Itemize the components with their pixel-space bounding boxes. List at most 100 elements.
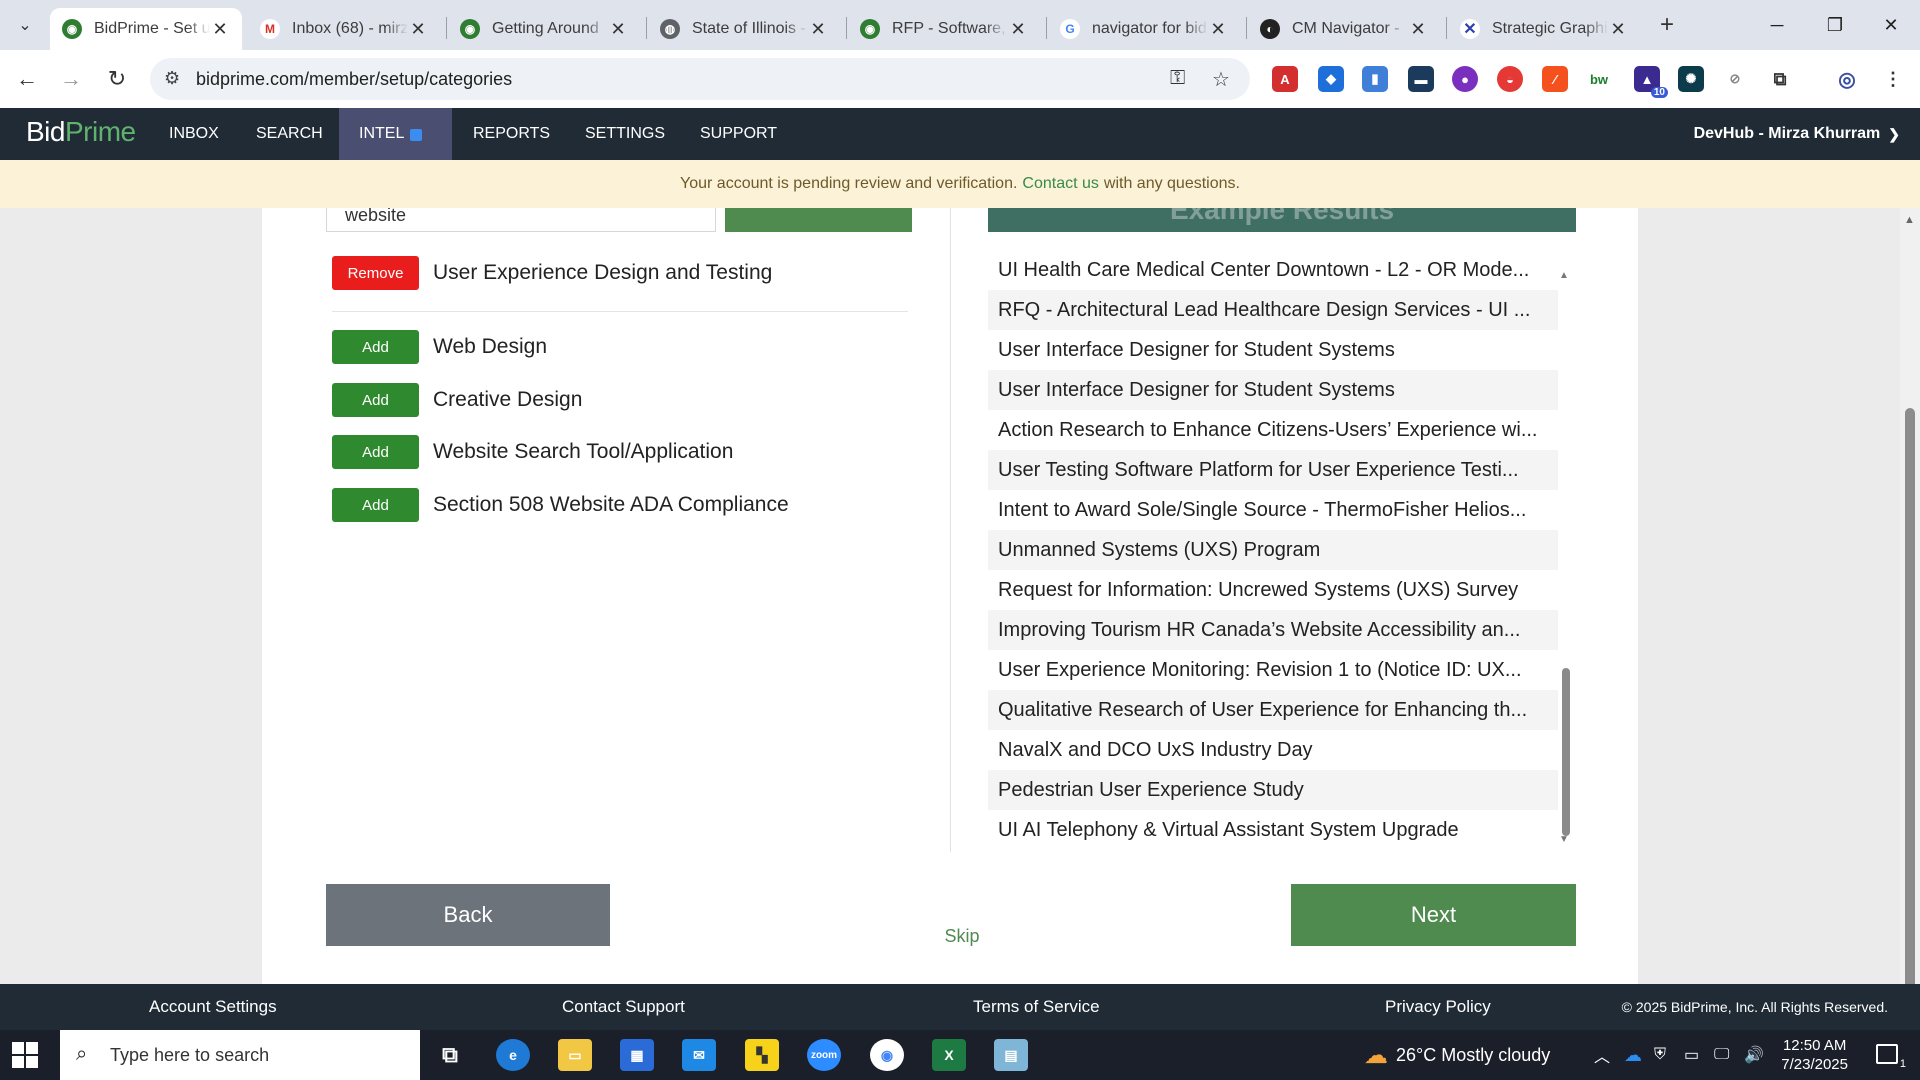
kebab-menu-icon[interactable]: ⋮ — [1880, 66, 1906, 92]
profile-avatar-icon[interactable]: ◎ — [1834, 66, 1860, 92]
nav-inbox[interactable]: INBOX — [149, 108, 239, 160]
add-category-button[interactable]: Add — [332, 330, 419, 364]
add-category-button[interactable]: Add — [332, 488, 419, 522]
task-view-icon[interactable]: ⧉ — [433, 1039, 467, 1071]
result-item[interactable]: User Experience Monitoring: Revision 1 t… — [988, 650, 1558, 690]
graduation-extension-icon[interactable]: ▲ 10 — [1634, 66, 1668, 98]
folder-extension-icon[interactable]: ▬ — [1408, 66, 1434, 92]
tab-getting-around[interactable]: ◉ Getting Around ✕ — [448, 8, 640, 50]
footer-contact-support-link[interactable]: Contact Support — [562, 997, 685, 1017]
pdf-extension-icon[interactable]: A — [1272, 66, 1298, 92]
add-category-button[interactable]: Add — [332, 383, 419, 417]
tab-google-search[interactable]: G navigator for bid ✕ — [1048, 8, 1240, 50]
edge-icon[interactable]: e — [496, 1039, 530, 1071]
nav-settings[interactable]: SETTINGS — [565, 108, 685, 160]
result-item[interactable]: RFQ - Architectural Lead Healthcare Desi… — [988, 290, 1558, 330]
footer-terms-link[interactable]: Terms of Service — [973, 997, 1100, 1017]
compass-extension-icon[interactable]: ⊘ — [1722, 66, 1748, 92]
tab-gmail[interactable]: M Inbox (68) - mirz ✕ — [248, 8, 440, 50]
contact-us-link[interactable]: Contact us — [1022, 175, 1098, 193]
weather-widget[interactable]: ☁ 26°C Mostly cloudy — [1364, 1030, 1550, 1080]
nav-support[interactable]: SUPPORT — [680, 108, 797, 160]
close-icon[interactable]: ✕ — [1408, 19, 1428, 40]
key-icon[interactable]: ⚿ — [1170, 67, 1185, 90]
reload-icon[interactable]: ↻ — [100, 62, 134, 96]
site-info-icon[interactable]: ⚙ — [164, 68, 180, 89]
keyword-submit-button[interactable] — [725, 208, 912, 232]
nav-intel[interactable]: INTEL — [339, 108, 452, 160]
security-icon[interactable]: ⛨ — [1654, 1030, 1666, 1080]
close-icon[interactable]: ✕ — [608, 19, 628, 40]
chrome-icon[interactable]: ◉ — [870, 1039, 904, 1071]
result-item[interactable]: Intent to Award Sole/Single Source - The… — [988, 490, 1558, 530]
result-item[interactable]: NavalX and DCO UxS Industry Day — [988, 730, 1558, 770]
page-scrollbar-thumb[interactable] — [1905, 408, 1915, 1008]
orange-extension-icon[interactable]: ⁄ — [1542, 66, 1568, 92]
result-item[interactable]: Action Research to Enhance Citizens-User… — [988, 410, 1558, 450]
result-item[interactable]: User Interface Designer for Student Syst… — [988, 330, 1558, 370]
footer-account-settings-link[interactable]: Account Settings — [149, 997, 277, 1017]
address-bar[interactable]: ⚙ bidprime.com/member/setup/categories ⚿… — [150, 58, 1250, 100]
minimize-icon[interactable]: ─ — [1748, 0, 1806, 50]
mail-icon[interactable]: ✉ — [682, 1039, 716, 1071]
close-icon[interactable]: ✕ — [210, 19, 230, 40]
result-item[interactable]: Improving Tourism HR Canada’s Website Ac… — [988, 610, 1558, 650]
forward-arrow-icon[interactable]: → — [54, 62, 88, 96]
scroll-down-arrow-icon[interactable]: ▼ — [1559, 834, 1569, 845]
shield-extension-icon[interactable]: ◆ — [1318, 66, 1344, 92]
next-button[interactable]: Next — [1291, 884, 1576, 946]
close-icon[interactable]: ✕ — [808, 19, 828, 40]
taskbar-clock[interactable]: 12:50 AM 7/23/2025 — [1781, 1036, 1848, 1074]
zoom-icon[interactable]: zoom — [807, 1039, 841, 1071]
new-tab-icon[interactable]: + — [1652, 10, 1682, 40]
react-extension-icon[interactable]: ✺ — [1678, 66, 1704, 92]
skip-link[interactable]: Skip — [932, 926, 992, 947]
sticky-notes-icon[interactable]: ▚ — [745, 1039, 779, 1071]
result-item[interactable]: User Interface Designer for Student Syst… — [988, 370, 1558, 410]
footer-privacy-link[interactable]: Privacy Policy — [1385, 997, 1491, 1017]
network-icon[interactable]: 🖵 — [1714, 1030, 1729, 1080]
bidprime-logo[interactable]: BidPrime — [26, 116, 136, 148]
tab-state-of-illinois[interactable]: ◍ State of Illinois - ✕ — [648, 8, 840, 50]
restore-icon[interactable]: ❐ — [1806, 0, 1864, 50]
pokeball-extension-icon[interactable]: ◒ — [1497, 66, 1523, 92]
result-item[interactable]: User Testing Software Platform for User … — [988, 450, 1558, 490]
keyword-input[interactable]: website — [326, 208, 716, 232]
bw-extension-icon[interactable]: bw — [1586, 66, 1612, 92]
close-icon[interactable]: ✕ — [1208, 19, 1228, 40]
color-extension-icon[interactable]: ● — [1452, 66, 1478, 92]
excel-icon[interactable]: X — [932, 1039, 966, 1071]
windows-start-icon[interactable] — [10, 1040, 40, 1070]
example-results-list[interactable]: UI Health Care Medical Center Downtown -… — [988, 250, 1558, 852]
tab-cm-navigator[interactable]: ◐ CM Navigator - ✕ — [1248, 8, 1440, 50]
microsoft-store-icon[interactable]: ▦ — [620, 1039, 654, 1071]
result-item[interactable]: Request for Information: Uncrewed System… — [988, 570, 1558, 610]
result-item[interactable]: UI Health Care Medical Center Downtown -… — [988, 250, 1558, 290]
onedrive-icon[interactable]: ☁ — [1624, 1030, 1642, 1080]
back-arrow-icon[interactable]: ← — [10, 62, 44, 96]
nav-search[interactable]: SEARCH — [236, 108, 343, 160]
result-item[interactable]: Qualitative Research of User Experience … — [988, 690, 1558, 730]
notepad-icon[interactable]: ▤ — [994, 1039, 1028, 1071]
notifications-icon[interactable] — [1876, 1044, 1898, 1064]
window-close-icon[interactable]: ✕ — [1862, 0, 1920, 50]
remove-category-button[interactable]: Remove — [332, 256, 419, 290]
document-extension-icon[interactable]: ▮ — [1362, 66, 1388, 92]
bookmark-star-icon[interactable]: ☆ — [1212, 67, 1230, 92]
result-item[interactable]: UI AI Telephony & Virtual Assistant Syst… — [988, 810, 1558, 850]
results-scrollbar-thumb[interactable] — [1562, 668, 1570, 836]
page-scroll-up-icon[interactable]: ▲ — [1904, 214, 1915, 226]
nav-reports[interactable]: REPORTS — [453, 108, 570, 160]
back-button[interactable]: Back — [326, 884, 610, 946]
tab-search-chevron-icon[interactable]: ⌄ — [8, 9, 42, 41]
user-account-menu[interactable]: DevHub - Mirza Khurram ❯ — [1694, 108, 1900, 160]
file-explorer-icon[interactable]: ▭ — [558, 1039, 592, 1071]
close-icon[interactable]: ✕ — [1008, 19, 1028, 40]
tab-rfp-software[interactable]: ◉ RFP - Software, S ✕ — [848, 8, 1040, 50]
taskbar-search-box[interactable]: ⌕ Type here to search — [60, 1030, 420, 1080]
close-icon[interactable]: ✕ — [1608, 19, 1628, 40]
close-icon[interactable]: ✕ — [408, 19, 428, 40]
tab-bidprime-setup[interactable]: ◉ BidPrime - Set up ✕ — [50, 8, 242, 50]
result-item[interactable]: Unmanned Systems (UXS) Program — [988, 530, 1558, 570]
add-category-button[interactable]: Add — [332, 435, 419, 469]
